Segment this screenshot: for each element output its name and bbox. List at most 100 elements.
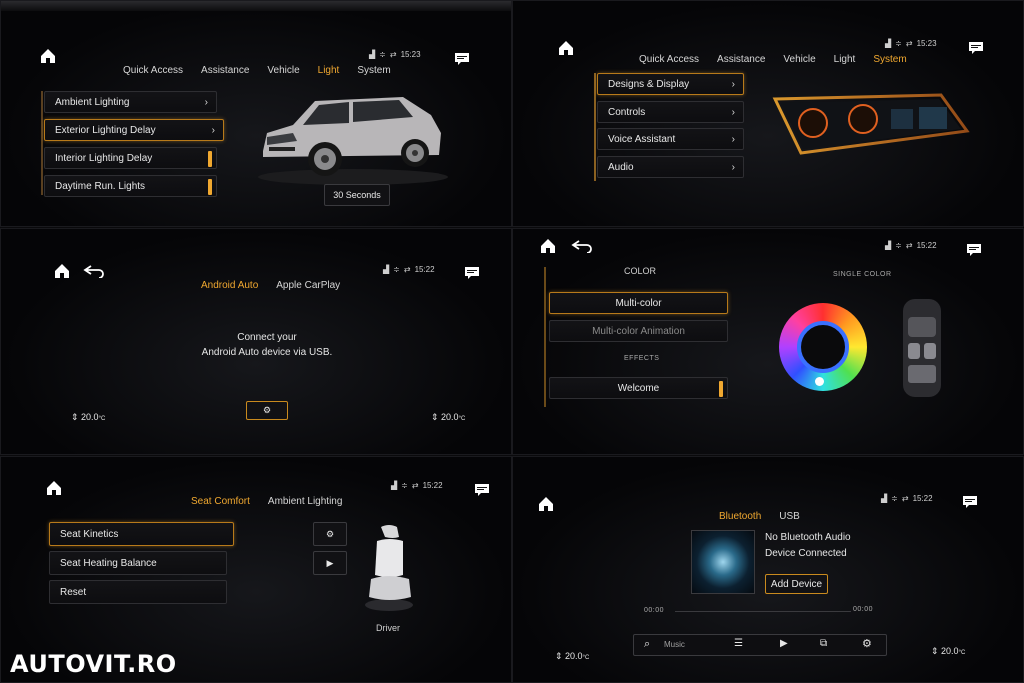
message-icon[interactable] bbox=[475, 483, 489, 496]
menu-item-interior-lighting-delay[interactable]: Interior Lighting Delay bbox=[44, 147, 217, 169]
tab-light[interactable]: Light bbox=[834, 54, 856, 65]
clock: 15:23 bbox=[916, 39, 937, 48]
search-icon[interactable]: ⌕ bbox=[644, 638, 650, 651]
toggle-indicator bbox=[208, 179, 212, 195]
menu-item-seat-kinetics[interactable]: Seat Kinetics bbox=[49, 522, 234, 546]
option-multi-color-animation[interactable]: Multi-color Animation bbox=[549, 320, 728, 342]
sound-settings-icon[interactable]: ⧉ bbox=[820, 638, 827, 649]
tab-assistance[interactable]: Assistance bbox=[717, 54, 765, 65]
status-bar: ▟ ≑ ⇄ 15:23 bbox=[885, 39, 937, 48]
temperature-right[interactable]: ⇕ 20.0°C bbox=[431, 412, 465, 423]
home-icon[interactable] bbox=[537, 495, 555, 513]
temperature-left[interactable]: ⇕ 20.0°C bbox=[555, 651, 589, 662]
network-icon: ≑ bbox=[379, 50, 386, 59]
menu-item-voice-assistant[interactable]: Voice Assistant › bbox=[597, 128, 744, 150]
playlist-icon[interactable]: ☰ bbox=[734, 638, 743, 649]
tab-system[interactable]: System bbox=[357, 65, 390, 76]
toggle-indicator bbox=[208, 151, 212, 167]
delay-value-button[interactable]: 30 Seconds bbox=[324, 184, 390, 206]
menu-item-seat-heating-balance[interactable]: Seat Heating Balance bbox=[49, 551, 227, 575]
phone-signal-icon: ▟ bbox=[885, 241, 892, 250]
menu-item-label: Controls bbox=[608, 106, 646, 118]
message-icon[interactable] bbox=[969, 41, 983, 54]
menu-item-label: Reset bbox=[60, 586, 87, 598]
temp-left-value: 20.0 bbox=[81, 412, 99, 422]
temperature-right[interactable]: ⇕ 20.0°C bbox=[931, 646, 965, 657]
music-source-label[interactable]: Music bbox=[664, 640, 685, 649]
tab-quick-access[interactable]: Quick Access bbox=[639, 54, 699, 65]
temp-unit: °C bbox=[458, 416, 466, 422]
menu-item-controls[interactable]: Controls › bbox=[597, 101, 744, 123]
tab-android-auto[interactable]: Android Auto bbox=[201, 280, 258, 291]
vehicle-image bbox=[258, 97, 448, 185]
menu-item-exterior-lighting-delay[interactable]: Exterior Lighting Delay › bbox=[44, 119, 224, 141]
tab-usb[interactable]: USB bbox=[779, 511, 800, 522]
menu-item-label: Seat Kinetics bbox=[60, 528, 119, 540]
menu-item-label: Voice Assistant bbox=[608, 133, 676, 145]
temp-left-value: 20.0 bbox=[565, 651, 583, 661]
back-icon[interactable] bbox=[569, 237, 595, 254]
progress-track[interactable] bbox=[675, 611, 851, 612]
screen-bezel bbox=[1, 1, 511, 11]
panel-bluetooth-audio: ▟ ≑ ⇄ 15:22 Bluetooth USB No Bluetooth A… bbox=[512, 456, 1024, 683]
clock: 15:22 bbox=[912, 494, 933, 503]
home-icon[interactable] bbox=[557, 39, 575, 57]
connectivity-icon: ⇄ bbox=[389, 50, 397, 59]
tab-ambient-lighting[interactable]: Ambient Lighting bbox=[268, 496, 343, 507]
color-picker-handle[interactable] bbox=[815, 377, 824, 386]
home-icon[interactable] bbox=[53, 262, 71, 280]
home-icon[interactable] bbox=[539, 237, 557, 255]
seat-label: Driver bbox=[376, 623, 400, 633]
panel-light-settings: ▟ ≑ ⇄ 15:23 Quick Access Assistance Vehi… bbox=[0, 0, 512, 227]
tab-assistance[interactable]: Assistance bbox=[201, 65, 249, 76]
play-icon[interactable]: ▶ bbox=[780, 638, 788, 649]
seat-settings-button[interactable]: ⚙ bbox=[313, 522, 347, 546]
connect-message-line-2: Android Auto device via USB. bbox=[201, 347, 333, 358]
message-icon[interactable] bbox=[967, 243, 981, 256]
gear-icon[interactable]: ⚙ bbox=[862, 637, 872, 650]
option-multi-color[interactable]: Multi-color bbox=[549, 292, 728, 314]
message-icon[interactable] bbox=[455, 52, 469, 65]
message-icon[interactable] bbox=[963, 495, 977, 508]
menu-item-label: Daytime Run. Lights bbox=[55, 180, 146, 192]
option-welcome[interactable]: Welcome bbox=[549, 377, 728, 399]
tab-vehicle[interactable]: Vehicle bbox=[783, 54, 815, 65]
add-device-button[interactable]: Add Device bbox=[765, 574, 828, 594]
tab-quick-access[interactable]: Quick Access bbox=[123, 65, 183, 76]
menu-item-daytime-run-lights[interactable]: Daytime Run. Lights bbox=[44, 175, 217, 197]
temp-unit: °C bbox=[958, 650, 966, 656]
connect-message-line-1: Connect your bbox=[237, 332, 297, 343]
home-icon[interactable] bbox=[45, 479, 63, 497]
connectivity-icon: ⇄ bbox=[905, 241, 913, 250]
time-elapsed: 00:00 bbox=[644, 607, 665, 614]
clock: 15:22 bbox=[422, 481, 443, 490]
toggle-indicator bbox=[719, 381, 723, 397]
color-wheel[interactable] bbox=[779, 303, 867, 391]
tab-system[interactable]: System bbox=[873, 54, 906, 65]
settings-button[interactable]: ⚙ bbox=[246, 401, 288, 420]
seat-play-button[interactable]: ▶ bbox=[313, 551, 347, 575]
tab-vehicle[interactable]: Vehicle bbox=[267, 65, 299, 76]
gear-icon: ⚙ bbox=[325, 528, 335, 539]
temp-unit: °C bbox=[582, 655, 590, 661]
tab-apple-carplay[interactable]: Apple CarPlay bbox=[276, 280, 340, 291]
temperature-left[interactable]: ⇕ 20.0°C bbox=[71, 412, 105, 423]
car-top-view-image bbox=[903, 299, 941, 397]
status-bar: ▟ ≑ ⇄ 15:22 bbox=[881, 494, 933, 503]
temp-arrows-icon: ⇕ bbox=[431, 412, 442, 422]
tab-seat-comfort[interactable]: Seat Comfort bbox=[191, 496, 250, 507]
tab-light[interactable]: Light bbox=[318, 65, 340, 76]
menu-item-audio[interactable]: Audio › bbox=[597, 156, 744, 178]
menu-item-designs-display[interactable]: Designs & Display › bbox=[597, 73, 744, 95]
network-icon: ≑ bbox=[401, 481, 408, 490]
menu-item-reset[interactable]: Reset bbox=[49, 580, 227, 604]
tab-bluetooth[interactable]: Bluetooth bbox=[719, 511, 761, 522]
bluetooth-status-line-2: Device Connected bbox=[765, 548, 847, 559]
message-icon[interactable] bbox=[465, 266, 479, 279]
menu-item-ambient-lighting[interactable]: Ambient Lighting › bbox=[44, 91, 217, 113]
color-heading: COLOR bbox=[624, 266, 657, 276]
time-total: 00:00 bbox=[853, 606, 874, 613]
back-icon[interactable] bbox=[81, 262, 107, 279]
home-icon[interactable] bbox=[39, 47, 57, 65]
option-label: Multi-color bbox=[615, 297, 662, 309]
